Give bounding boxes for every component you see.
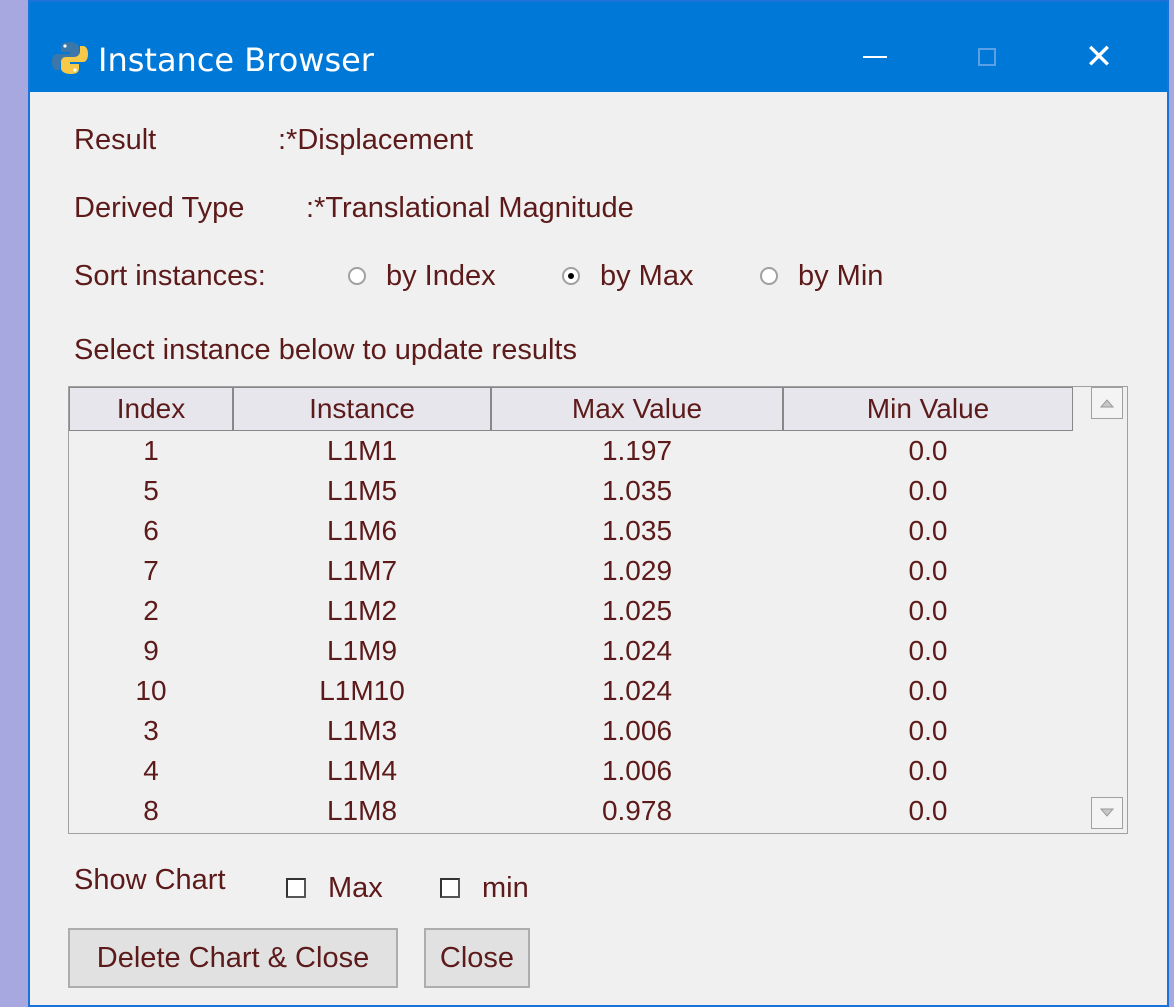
max-checkbox-box[interactable] [286, 878, 306, 898]
radio-by-min-circle[interactable] [760, 267, 778, 285]
arrow-down-icon [1100, 808, 1114, 817]
column-header-min-value[interactable]: Min Value [783, 387, 1073, 431]
table-row[interactable]: 4 L1M4 1.006 0.0 [69, 751, 1073, 791]
cell-instance: L1M2 [326, 595, 398, 626]
cell-index: 5 [143, 475, 159, 506]
close-icon: ✕ [1084, 37, 1114, 77]
cell-instance: L1M4 [326, 755, 398, 786]
table-scrollbar[interactable] [1085, 387, 1127, 833]
cell-index: 8 [143, 795, 159, 826]
radio-by-min[interactable]: by Min [760, 258, 883, 294]
cell-max-value: 1.024 [601, 675, 673, 706]
scroll-up-button[interactable] [1091, 387, 1123, 419]
title-bar[interactable]: Instance Browser ✕ [30, 2, 1167, 92]
radio-by-min-label: by Min [798, 260, 884, 292]
column-header-instance[interactable]: Instance [233, 387, 491, 431]
radio-by-index[interactable]: by Index [348, 258, 496, 294]
cell-max-value: 1.006 [601, 715, 673, 746]
table-row[interactable]: 10 L1M10 1.024 0.0 [69, 671, 1073, 711]
table-row[interactable]: 6 L1M6 1.035 0.0 [69, 511, 1073, 551]
show-chart-label: Show Chart [74, 864, 226, 896]
cell-min-value: 0.0 [908, 755, 948, 786]
close-button[interactable]: Close [424, 928, 530, 988]
select-instance-hint: Select instance below to update results [74, 334, 577, 366]
cell-max-value: 1.006 [601, 755, 673, 786]
cell-instance: L1M7 [326, 555, 398, 586]
radio-by-index-circle[interactable] [348, 267, 366, 285]
maximize-icon [978, 48, 996, 66]
cell-index: 10 [135, 675, 167, 706]
radio-by-max[interactable]: by Max [562, 258, 693, 294]
min-checkbox[interactable]: min [440, 870, 529, 906]
min-checkbox-box[interactable] [440, 878, 460, 898]
cell-instance: L1M10 [319, 675, 405, 706]
table-row[interactable]: 2 L1M2 1.025 0.0 [69, 591, 1073, 631]
table-row[interactable]: 8 L1M8 0.978 0.0 [69, 791, 1073, 831]
cell-max-value: 1.035 [601, 475, 673, 506]
cell-index: 6 [143, 515, 159, 546]
dialog-content: Result :*Displacement Derived Type :*Tra… [30, 92, 1167, 1005]
minimize-button[interactable] [830, 22, 920, 92]
close-window-button[interactable]: ✕ [1054, 22, 1144, 92]
cell-instance: L1M5 [326, 475, 398, 506]
cell-max-value: 1.025 [601, 595, 673, 626]
window-title: Instance Browser [98, 41, 374, 79]
arrow-up-icon [1100, 399, 1114, 408]
derived-type-label: Derived Type [74, 192, 245, 224]
cell-max-value: 1.029 [601, 555, 673, 586]
cell-max-value: 0.978 [601, 795, 673, 826]
delete-chart-close-button[interactable]: Delete Chart & Close [68, 928, 398, 988]
cell-max-value: 1.035 [601, 515, 673, 546]
table-header: Index Instance Max Value Min Value [69, 387, 1073, 431]
radio-by-max-label: by Max [600, 260, 694, 292]
cell-index: 7 [143, 555, 159, 586]
cell-min-value: 0.0 [908, 635, 948, 666]
cell-instance: L1M1 [326, 435, 398, 466]
cell-min-value: 0.0 [908, 595, 948, 626]
maximize-button[interactable] [942, 22, 1032, 92]
min-checkbox-label: min [482, 872, 529, 904]
cell-instance: L1M8 [326, 795, 398, 826]
cell-index: 3 [143, 715, 159, 746]
sort-instances-label: Sort instances: [74, 260, 266, 292]
table-body: 1 L1M1 1.197 0.0 5 L1M5 1.035 0.0 6 L1M6 1.035 0.0 7… [69, 431, 1073, 831]
cell-min-value: 0.0 [908, 795, 948, 826]
table-row[interactable]: 9 L1M9 1.024 0.0 [69, 631, 1073, 671]
cell-index: 9 [143, 635, 159, 666]
cell-min-value: 0.0 [908, 675, 948, 706]
column-header-max-value[interactable]: Max Value [491, 387, 783, 431]
scroll-down-button[interactable] [1091, 797, 1123, 829]
max-checkbox-label: Max [328, 872, 383, 904]
max-checkbox[interactable]: Max [286, 870, 383, 906]
result-label: Result [74, 124, 157, 156]
cell-index: 2 [143, 595, 159, 626]
cell-index: 4 [143, 755, 159, 786]
result-value: :*Displacement [278, 124, 474, 156]
radio-by-max-circle[interactable] [562, 267, 580, 285]
derived-type-value: :*Translational Magnitude [306, 192, 634, 224]
cell-min-value: 0.0 [908, 555, 948, 586]
instance-table[interactable]: Index Instance Max Value Min Value 1 L1M1… [68, 386, 1128, 834]
table-row[interactable]: 5 L1M5 1.035 0.0 [69, 471, 1073, 511]
cell-instance: L1M6 [326, 515, 398, 546]
cell-instance: L1M3 [326, 715, 398, 746]
table-row[interactable]: 1 L1M1 1.197 0.0 [69, 431, 1073, 471]
radio-by-index-label: by Index [386, 260, 496, 292]
instance-browser-window: Instance Browser ✕ Result :*Displacement… [28, 0, 1169, 1007]
cell-min-value: 0.0 [908, 475, 948, 506]
table-row[interactable]: 7 L1M7 1.029 0.0 [69, 551, 1073, 591]
cell-min-value: 0.0 [908, 715, 948, 746]
cell-max-value: 1.197 [601, 435, 673, 466]
cell-min-value: 0.0 [908, 435, 948, 466]
python-icon [52, 42, 88, 74]
column-header-index[interactable]: Index [69, 387, 233, 431]
minimize-icon [863, 56, 887, 58]
cell-max-value: 1.024 [601, 635, 673, 666]
table-row[interactable]: 3 L1M3 1.006 0.0 [69, 711, 1073, 751]
cell-min-value: 0.0 [908, 515, 948, 546]
cell-instance: L1M9 [326, 635, 398, 666]
cell-index: 1 [143, 435, 159, 466]
